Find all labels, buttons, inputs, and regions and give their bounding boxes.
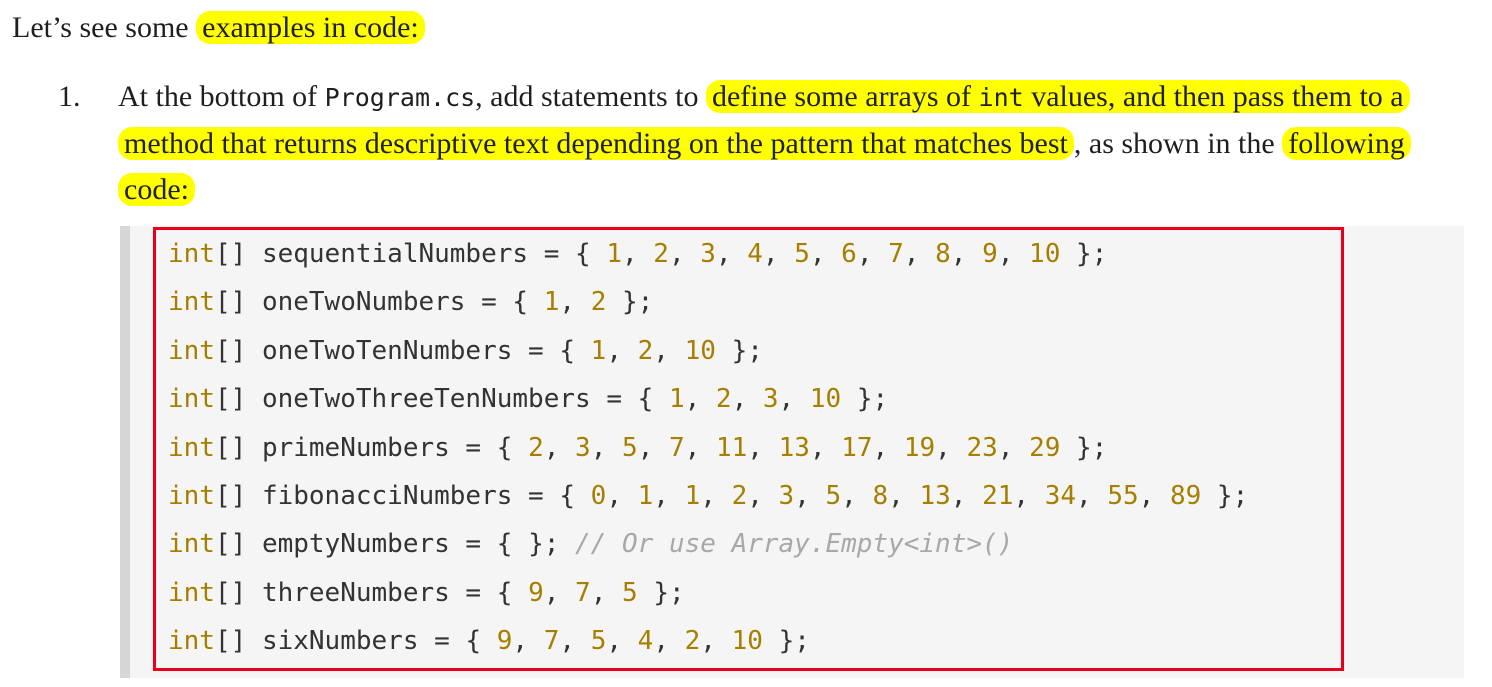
code-line: int[] oneTwoThreeTenNumbers = { 1, 2, 3,…: [168, 384, 889, 415]
code-number: 1: [590, 335, 607, 366]
code-number: 1: [637, 481, 654, 512]
code-number: 5: [590, 626, 607, 657]
code-line: int[] fibonacciNumbers = { 0, 1, 1, 2, 3…: [168, 481, 1249, 512]
code-number: 13: [778, 432, 810, 463]
code-type-keyword: int: [168, 529, 215, 560]
code-variable-name: primeNumbers: [261, 432, 450, 463]
step-text-b: , add statements to: [475, 80, 706, 113]
code-number: 1: [543, 287, 560, 318]
code-number: 10: [684, 335, 716, 366]
code-number: 3: [575, 432, 591, 463]
code-variable-name: emptyNumbers: [261, 529, 450, 560]
code-type-keyword: int: [168, 481, 215, 512]
code-number: 13: [919, 481, 951, 512]
intro-highlight: examples in code:: [196, 11, 425, 44]
code-number: 89: [1169, 481, 1202, 512]
code-comment: // Or use Array.Empty<int>(): [575, 529, 1014, 560]
code-type-keyword: int: [168, 432, 215, 463]
code-number: 8: [935, 239, 951, 269]
code-variable-name: sequentialNumbers: [261, 239, 529, 269]
code-line: int[] oneTwoNumbers = { 1, 2 };: [168, 287, 654, 318]
code-number: 7: [575, 577, 591, 608]
code-number: 23: [966, 432, 998, 463]
int-inline-code: int: [978, 83, 1024, 112]
step-text-c: , as shown in the: [1073, 127, 1283, 160]
code-number: 2: [528, 432, 544, 463]
code-number: 5: [794, 239, 810, 269]
code-number: 10: [731, 626, 763, 657]
code-number: 17: [841, 432, 873, 463]
code-number: 8: [872, 481, 889, 512]
code-line: int[] threeNumbers = { 9, 7, 5 };: [168, 577, 685, 608]
code-number: 55: [1107, 481, 1139, 512]
code-number: 5: [622, 577, 638, 608]
code-number: 9: [528, 577, 544, 608]
step-text: At the bottom of Program.cs, add stateme…: [118, 74, 1478, 213]
code-number: 1: [684, 481, 701, 512]
code-type-keyword: int: [168, 384, 215, 415]
code-number: 2: [715, 384, 732, 415]
code-variable-name: threeNumbers: [261, 577, 450, 608]
code-number: 29: [1029, 432, 1061, 463]
code-number: 3: [778, 481, 795, 512]
intro-paragraph: Let’s see some examples in code:: [12, 6, 425, 50]
code-lines: int[] sequentialNumbers = { 1, 2, 3, 4, …: [168, 230, 1248, 666]
code-number: 7: [888, 239, 904, 269]
step-number: 1.: [58, 80, 81, 113]
code-type-keyword: int: [168, 239, 215, 269]
code-number: 1: [606, 239, 622, 269]
code-number: 0: [590, 481, 607, 512]
code-number: 4: [637, 626, 654, 657]
code-type-keyword: int: [168, 287, 215, 318]
step-text-a: At the bottom of: [118, 80, 325, 113]
code-number: 21: [982, 481, 1014, 512]
code-line: int[] oneTwoTenNumbers = { 1, 2, 10 };: [168, 335, 763, 366]
code-number: 2: [590, 287, 607, 318]
code-number: 3: [762, 384, 779, 415]
code-variable-name: oneTwoThreeTenNumbers: [261, 384, 591, 415]
code-number: 4: [747, 239, 763, 269]
code-number: 10: [809, 384, 842, 415]
code-type-keyword: int: [168, 626, 215, 657]
code-line: int[] emptyNumbers = { }; // Or use Arra…: [168, 529, 1014, 560]
code-line: int[] sixNumbers = { 9, 7, 5, 4, 2, 10 }…: [168, 626, 810, 657]
code-line: int[] primeNumbers = { 2, 3, 5, 7, 11, 1…: [168, 432, 1108, 463]
code-number: 5: [825, 481, 842, 512]
code-number: 7: [543, 626, 560, 657]
code-number: 2: [653, 239, 669, 269]
code-number: 9: [982, 239, 998, 269]
code-variable-name: fibonacciNumbers: [261, 481, 513, 512]
code-number: 6: [841, 239, 857, 269]
code-number: 9: [496, 626, 513, 657]
code-number: 2: [731, 481, 748, 512]
code-variable-name: sixNumbers: [261, 626, 419, 657]
code-number: 19: [903, 432, 936, 463]
code-number: 5: [622, 432, 638, 463]
code-number: 11: [715, 432, 748, 463]
file-name-code: Program.cs: [324, 83, 476, 112]
code-number: 1: [668, 384, 685, 415]
code-number: 10: [1029, 239, 1061, 269]
code-number: 7: [668, 432, 685, 463]
code-number: 2: [637, 335, 654, 366]
code-number: 34: [1044, 481, 1077, 512]
code-variable-name: oneTwoTenNumbers: [261, 335, 513, 366]
code-type-keyword: int: [168, 335, 215, 366]
code-number: 2: [684, 626, 701, 657]
highlight-1-text-a: define some arrays of: [711, 80, 979, 113]
intro-text: Let’s see some: [12, 11, 189, 44]
code-type-keyword: int: [168, 577, 215, 608]
code-variable-name: oneTwoNumbers: [261, 287, 466, 318]
code-number: 3: [700, 239, 716, 269]
code-line: int[] sequentialNumbers = { 1, 2, 3, 4, …: [168, 239, 1108, 269]
